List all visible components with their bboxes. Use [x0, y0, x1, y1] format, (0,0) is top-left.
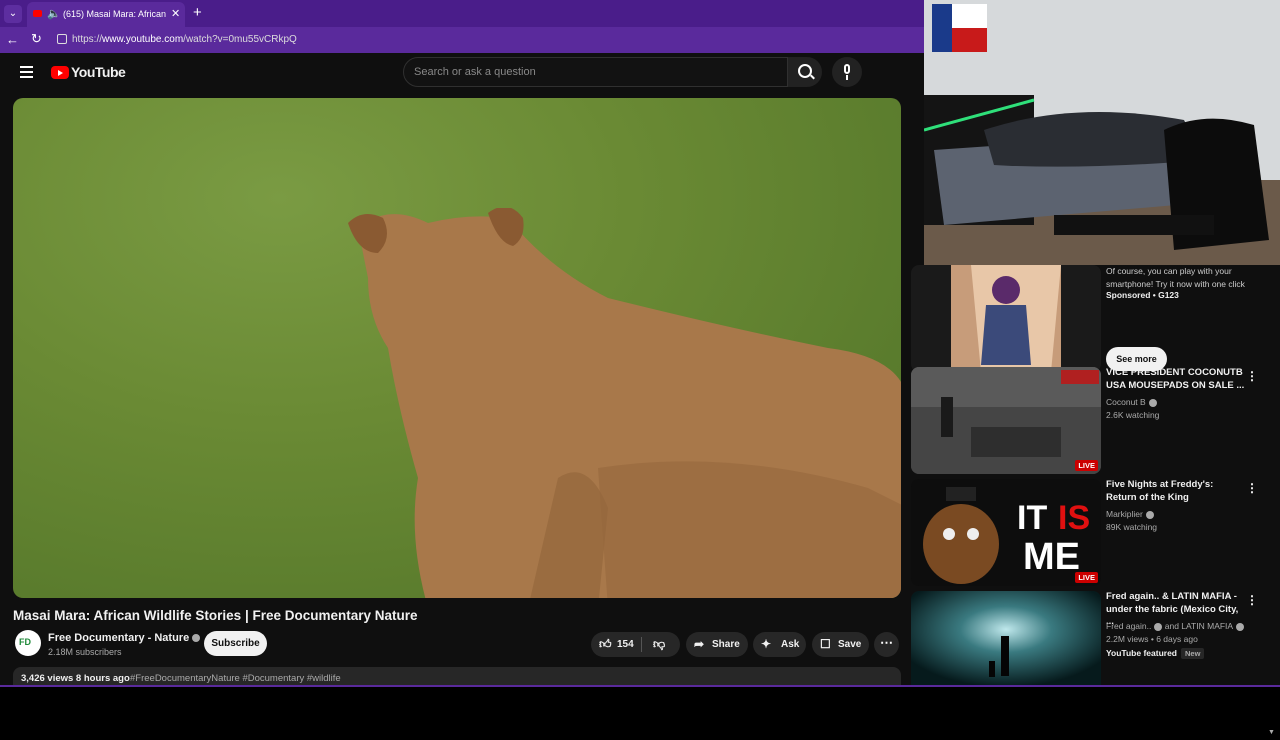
- bedroom-webcam-image: [924, 0, 1280, 265]
- views-date: 3,426 views 8 hours ago: [21, 673, 130, 684]
- lioness-image: [348, 208, 901, 598]
- live-badge: LIVE: [1075, 460, 1098, 471]
- verified-icon: [1154, 622, 1163, 631]
- verified-icon: [1148, 398, 1157, 407]
- more-actions-button[interactable]: ⋯: [874, 632, 899, 657]
- subscriber-count: 2.18M subscribers: [48, 647, 122, 657]
- sponsored-ad[interactable]: Of course, you can play with your smartp…: [911, 265, 1273, 373]
- share-icon: ➦: [694, 637, 705, 651]
- search-button[interactable]: [788, 57, 822, 87]
- scrollbar[interactable]: ▼: [1266, 318, 1276, 740]
- sparkle-icon: ✦: [761, 637, 772, 651]
- letterbox-bar: [0, 687, 1280, 720]
- ad-text: Of course, you can play with your smartp…: [1106, 266, 1245, 289]
- channel-name[interactable]: Free Documentary - Nature: [48, 632, 201, 644]
- url-field[interactable]: https://www.youtube.com/watch?v=0mu55vCR…: [72, 34, 297, 45]
- tab-title: (615) Masai Mara: African Wild: [63, 9, 167, 19]
- sidebar-video-item[interactable]: Fred again.. & LATIN MAFIA - under the f…: [911, 591, 1273, 687]
- freddy-thumbnail-image: IT IS ME: [911, 479, 1101, 586]
- sidebar-meta: 89K watching: [1106, 522, 1158, 532]
- site-info-icon[interactable]: [57, 34, 67, 44]
- sidebar-meta: 2.2M views • 6 days ago: [1106, 634, 1198, 644]
- subscribe-button[interactable]: Subscribe: [204, 631, 267, 656]
- ask-button[interactable]: ✦ Ask: [753, 632, 806, 657]
- browser-tab-active[interactable]: 🔈 (615) Masai Mara: African Wild ✕: [27, 2, 185, 27]
- new-badge: New: [1181, 648, 1205, 659]
- game-screenshot-image: [911, 367, 1101, 474]
- tab-close-icon[interactable]: ✕: [171, 7, 180, 20]
- svg-text:IS: IS: [1058, 499, 1090, 537]
- more-vert-icon[interactable]: ⋮: [1246, 481, 1258, 495]
- webcam-overlay: [924, 0, 1280, 265]
- share-button[interactable]: ➦ Share: [686, 632, 748, 657]
- more-vert-icon[interactable]: ⋮: [1246, 369, 1258, 383]
- video-thumbnail[interactable]: LIVE: [911, 367, 1101, 474]
- sidebar-video-item[interactable]: IT IS ME LIVE Five Nights at Freddy's: R…: [911, 479, 1273, 587]
- anime-character-image: [951, 265, 1061, 372]
- scroll-down-icon[interactable]: ▼: [1268, 729, 1275, 736]
- bookmark-icon: ☐: [820, 637, 831, 651]
- more-vert-icon[interactable]: ⋮: [1246, 593, 1258, 607]
- description-box[interactable]: 3,426 views 8 hours ago #FreeDocumentary…: [13, 667, 901, 687]
- video-player[interactable]: [13, 98, 901, 598]
- sidebar-video-title[interactable]: Five Nights at Freddy's: Return of the K…: [1106, 479, 1246, 504]
- youtube-play-icon: [51, 66, 69, 79]
- sidebar-meta: 2.6K watching: [1106, 410, 1160, 420]
- verified-icon: [1236, 622, 1245, 631]
- hashtags[interactable]: #FreeDocumentaryNature #Documentary #wil…: [130, 673, 341, 684]
- svg-text:IT: IT: [1017, 499, 1047, 537]
- search-input[interactable]: Search or ask a question: [403, 57, 788, 87]
- thumbs-up-icon[interactable]: 👍︎: [599, 632, 612, 657]
- menu-icon[interactable]: [20, 66, 33, 81]
- featured-label: YouTube featured New: [1106, 648, 1205, 659]
- video-title: Masai Mara: African Wildlife Stories | F…: [13, 608, 418, 623]
- voice-search-button[interactable]: [832, 57, 862, 87]
- sidebar-video-item[interactable]: LIVE VICE PRESIDENT COCONUTB USA MOUSEPA…: [911, 367, 1273, 475]
- youtube-favicon-icon: [33, 10, 42, 17]
- video-thumbnail[interactable]: IT IS ME LIVE: [911, 479, 1101, 586]
- thumbs-down-icon[interactable]: 👎︎: [653, 632, 665, 657]
- tab-audio-icon[interactable]: 🔈: [47, 7, 61, 20]
- like-count[interactable]: 154: [617, 632, 634, 657]
- tab-search-chevron-icon[interactable]: ⌄: [4, 5, 22, 23]
- live-badge: LIVE: [1075, 572, 1098, 583]
- concert-thumbnail-image: [911, 591, 1101, 687]
- sidebar-video-title[interactable]: VICE PRESIDENT COCONUTB USA MOUSEPADS ON…: [1106, 367, 1246, 392]
- reload-icon[interactable]: ↻: [31, 31, 42, 47]
- video-thumbnail[interactable]: [911, 591, 1101, 687]
- verified-icon: [1145, 510, 1154, 519]
- new-tab-icon[interactable]: +: [193, 4, 202, 21]
- sidebar-channel[interactable]: Coconut B: [1106, 397, 1157, 407]
- sidebar-channel[interactable]: Fred again.. and LATIN MAFIA: [1106, 621, 1245, 631]
- like-dislike-group: 👍︎ 154 👎︎: [591, 632, 680, 657]
- sidebar-channel[interactable]: Markiplier: [1106, 509, 1154, 519]
- back-arrow-icon[interactable]: ←: [6, 32, 19, 47]
- ad-thumbnail[interactable]: [911, 265, 1101, 372]
- verified-icon: [192, 634, 201, 643]
- channel-avatar[interactable]: [15, 630, 41, 656]
- svg-text:ME: ME: [1023, 536, 1080, 578]
- ad-sponsor: Sponsored • G123: [1106, 290, 1179, 300]
- save-button[interactable]: ☐ Save: [812, 632, 869, 657]
- microphone-icon: [844, 64, 850, 74]
